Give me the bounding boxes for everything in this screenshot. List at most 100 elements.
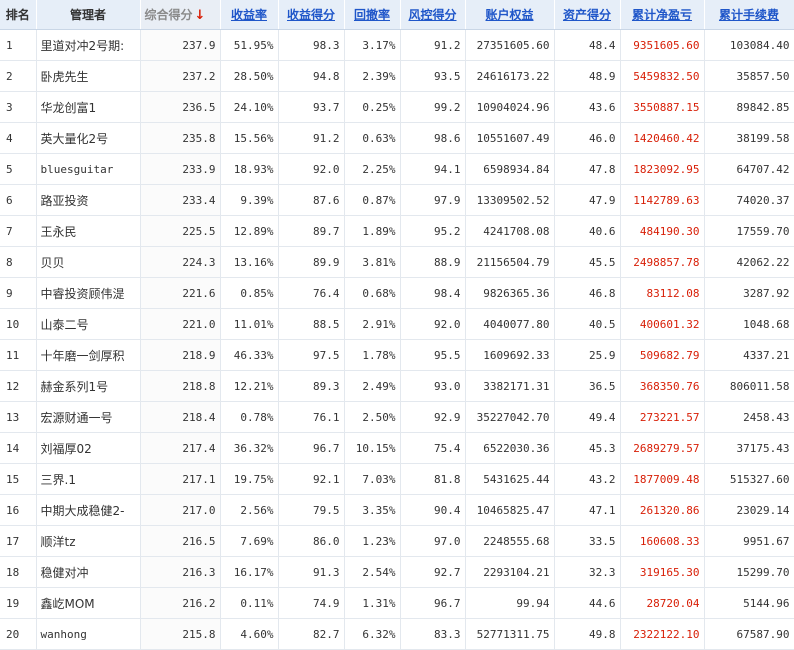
rank-cell: 10 xyxy=(0,308,37,340)
risk-score-cell: 98.6 xyxy=(400,122,466,154)
header-return-score[interactable]: 收益得分 xyxy=(278,0,345,30)
manager-cell[interactable]: 英大量化2号 xyxy=(36,122,141,154)
fees-cell: 74020.37 xyxy=(704,184,794,216)
return-rate-cell: 15.56% xyxy=(220,122,279,154)
composite-score-cell: 217.4 xyxy=(140,432,221,464)
drawdown-cell: 10.15% xyxy=(344,432,401,464)
manager-cell[interactable]: bluesguitar xyxy=(36,153,141,185)
composite-score-cell: 224.3 xyxy=(140,246,221,278)
asset-score-cell: 46.0 xyxy=(554,122,621,154)
manager-cell[interactable]: 宏源财通一号 xyxy=(36,401,141,433)
manager-cell[interactable]: 顺洋tz xyxy=(36,525,141,557)
risk-score-cell: 81.8 xyxy=(400,463,466,495)
composite-score-cell: 235.8 xyxy=(140,122,221,154)
composite-score-cell: 233.9 xyxy=(140,153,221,185)
manager-cell[interactable]: 华龙创富1 xyxy=(36,91,141,123)
rank-cell: 15 xyxy=(0,463,37,495)
manager-cell[interactable]: 鑫屹MOM xyxy=(36,587,141,619)
table-row: 19 鑫屹MOM 216.2 0.11% 74.9 1.31% 96.7 99.94 44.6 2… xyxy=(0,587,794,619)
manager-cell[interactable]: 三界.1 xyxy=(36,463,141,495)
header-drawdown[interactable]: 回撤率 xyxy=(344,0,401,30)
return-score-cell: 97.5 xyxy=(278,339,345,371)
return-rate-cell: 46.33% xyxy=(220,339,279,371)
return-score-cell: 82.7 xyxy=(278,618,345,650)
header-fees[interactable]: 累计手续费 xyxy=(704,0,794,30)
composite-score-cell: 237.9 xyxy=(140,29,221,61)
header-risk-score[interactable]: 风控得分 xyxy=(400,0,466,30)
manager-cell[interactable]: 中期大成稳健2- xyxy=(36,494,141,526)
header-manager: 管理者 xyxy=(36,0,141,30)
manager-cell[interactable]: wanhong xyxy=(36,618,141,650)
risk-score-cell: 88.9 xyxy=(400,246,466,278)
net-pnl-cell: 273221.57 xyxy=(620,401,705,433)
manager-cell[interactable]: 贝贝 xyxy=(36,246,141,278)
header-composite-label[interactable]: 综合得分 xyxy=(145,8,193,22)
net-pnl-cell: 1142789.63 xyxy=(620,184,705,216)
composite-score-cell: 217.1 xyxy=(140,463,221,495)
table-row: 11 十年磨一剑厚积 218.9 46.33% 97.5 1.78% 95.5 1609692… xyxy=(0,339,794,371)
table-row: 12 赫金系列1号 218.8 12.21% 89.3 2.49% 93.0 3382171.… xyxy=(0,370,794,402)
risk-score-cell: 92.9 xyxy=(400,401,466,433)
return-score-cell: 94.8 xyxy=(278,60,345,92)
sort-desc-icon[interactable]: ↓ xyxy=(195,8,206,23)
equity-cell: 2248555.68 xyxy=(465,525,555,557)
drawdown-cell: 6.32% xyxy=(344,618,401,650)
rank-cell: 13 xyxy=(0,401,37,433)
manager-cell[interactable]: 刘福厚02 xyxy=(36,432,141,464)
asset-score-cell: 47.9 xyxy=(554,184,621,216)
header-equity[interactable]: 账户权益 xyxy=(465,0,555,30)
manager-cell[interactable]: 山泰二号 xyxy=(36,308,141,340)
return-rate-cell: 7.69% xyxy=(220,525,279,557)
header-return-rate[interactable]: 收益率 xyxy=(220,0,279,30)
net-pnl-cell: 83112.08 xyxy=(620,277,705,309)
return-score-cell: 76.1 xyxy=(278,401,345,433)
return-score-cell: 74.9 xyxy=(278,587,345,619)
asset-score-cell: 46.8 xyxy=(554,277,621,309)
fees-cell: 64707.42 xyxy=(704,153,794,185)
return-rate-cell: 0.11% xyxy=(220,587,279,619)
composite-score-cell: 216.5 xyxy=(140,525,221,557)
return-score-cell: 89.9 xyxy=(278,246,345,278)
return-score-cell: 86.0 xyxy=(278,525,345,557)
manager-cell[interactable]: 稳健对冲 xyxy=(36,556,141,588)
asset-score-cell: 49.8 xyxy=(554,618,621,650)
header-net-pnl[interactable]: 累计净盈亏 xyxy=(620,0,705,30)
drawdown-cell: 0.63% xyxy=(344,122,401,154)
table-row: 17 顺洋tz 216.5 7.69% 86.0 1.23% 97.0 2248555.68 3… xyxy=(0,525,794,557)
fees-cell: 1048.68 xyxy=(704,308,794,340)
table-row: 15 三界.1 217.1 19.75% 92.1 7.03% 81.8 5431625.44… xyxy=(0,463,794,495)
manager-cell[interactable]: 赫金系列1号 xyxy=(36,370,141,402)
table-row: 7 王永民 225.5 12.89% 89.7 1.89% 95.2 4241708.08 40… xyxy=(0,215,794,247)
composite-score-cell: 217.0 xyxy=(140,494,221,526)
risk-score-cell: 97.0 xyxy=(400,525,466,557)
table-row: 4 英大量化2号 235.8 15.56% 91.2 0.63% 98.6 10551607.… xyxy=(0,122,794,154)
risk-score-cell: 97.9 xyxy=(400,184,466,216)
header-asset-score[interactable]: 资产得分 xyxy=(554,0,621,30)
net-pnl-cell: 2689279.57 xyxy=(620,432,705,464)
table-row: 6 路亚投资 233.4 9.39% 87.6 0.87% 97.9 13309502.52 4… xyxy=(0,184,794,216)
rank-cell: 17 xyxy=(0,525,37,557)
rank-cell: 3 xyxy=(0,91,37,123)
fees-cell: 15299.70 xyxy=(704,556,794,588)
manager-cell[interactable]: 卧虎先生 xyxy=(36,60,141,92)
fees-cell: 103084.40 xyxy=(704,29,794,61)
manager-cell[interactable]: 里道对冲2号期: xyxy=(36,29,141,61)
manager-cell[interactable]: 十年磨一剑厚积 xyxy=(36,339,141,371)
manager-cell[interactable]: 路亚投资 xyxy=(36,184,141,216)
equity-cell: 4241708.08 xyxy=(465,215,555,247)
manager-cell[interactable]: 中睿投资顾伟湜 xyxy=(36,277,141,309)
equity-cell: 10551607.49 xyxy=(465,122,555,154)
rank-cell: 8 xyxy=(0,246,37,278)
return-score-cell: 87.6 xyxy=(278,184,345,216)
fees-cell: 23029.14 xyxy=(704,494,794,526)
return-rate-cell: 24.10% xyxy=(220,91,279,123)
header-composite-score[interactable]: 综合得分 ↓ xyxy=(140,0,221,30)
manager-cell[interactable]: 王永民 xyxy=(36,215,141,247)
ranking-table: 排名 管理者 综合得分 ↓ 收益率 收益得分 回撤率 风控得分 账户权益 资产得分… xyxy=(0,0,794,650)
composite-score-cell: 237.2 xyxy=(140,60,221,92)
risk-score-cell: 75.4 xyxy=(400,432,466,464)
risk-score-cell: 95.2 xyxy=(400,215,466,247)
net-pnl-cell: 2498857.78 xyxy=(620,246,705,278)
asset-score-cell: 44.6 xyxy=(554,587,621,619)
asset-score-cell: 25.9 xyxy=(554,339,621,371)
